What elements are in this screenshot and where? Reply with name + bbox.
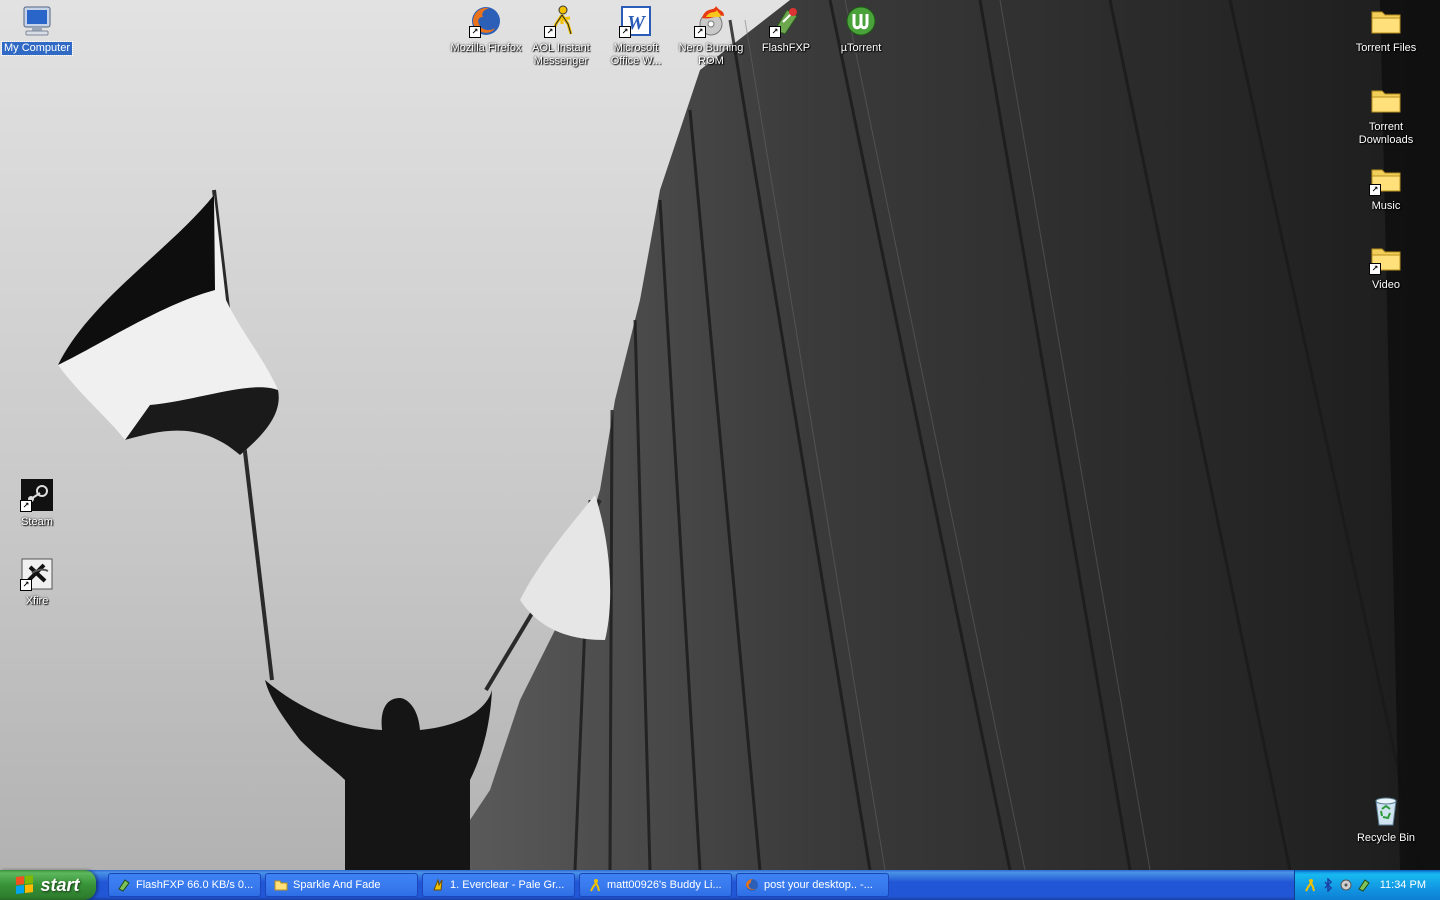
- folder-icon: ↗: [1369, 241, 1403, 275]
- desktop-icon-word[interactable]: W ↗ Microsoft Office W...: [598, 2, 674, 68]
- system-tray: 11:34 PM: [1294, 870, 1440, 900]
- winamp-icon: [431, 878, 445, 892]
- desktop-icon-torrent-files[interactable]: Torrent Files: [1348, 2, 1424, 55]
- taskbar-button-firefox[interactable]: post your desktop.. -...: [736, 873, 889, 897]
- desktop-icon-recycle-bin[interactable]: Recycle Bin: [1348, 792, 1424, 845]
- taskbar-buttons: FlashFXP 66.0 KB/s 0... Sparkle And Fade…: [108, 873, 889, 897]
- utorrent-icon: [844, 4, 878, 38]
- taskbar-button-label: FlashFXP 66.0 KB/s 0...: [136, 879, 254, 891]
- shortcut-arrow-icon: ↗: [1369, 263, 1381, 275]
- shortcut-arrow-icon: ↗: [20, 500, 32, 512]
- taskbar-button-label: post your desktop.. -...: [764, 879, 873, 891]
- desktop-icon-flashfxp[interactable]: ↗ FlashFXP: [748, 2, 824, 55]
- desktop[interactable]: My Computer ↗ Steam ↗ Xfire ↗ Mozilla Fi…: [0, 0, 1440, 870]
- desktop-icon-label: Nero Burning ROM: [678, 42, 744, 67]
- aim-tray-icon[interactable]: [1303, 878, 1317, 892]
- taskbar-button-label: Sparkle And Fade: [293, 879, 381, 891]
- taskbar-button-sparkle-and-fade[interactable]: Sparkle And Fade: [265, 873, 418, 897]
- desktop-icon-utorrent[interactable]: µTorrent: [823, 2, 899, 55]
- windows-logo-icon: [16, 875, 34, 895]
- clock[interactable]: 11:34 PM: [1380, 879, 1426, 891]
- start-button[interactable]: start: [0, 870, 96, 900]
- desktop-icon-steam[interactable]: ↗ Steam: [0, 476, 75, 529]
- flashfxp-icon: ↗: [769, 4, 803, 38]
- desktop-icon-firefox[interactable]: ↗ Mozilla Firefox: [448, 2, 524, 55]
- folder-icon: ↗: [1369, 162, 1403, 196]
- desktop-icon-torrent-downloads[interactable]: Torrent Downloads: [1348, 81, 1424, 147]
- steam-icon: ↗: [20, 478, 54, 512]
- desktop-icon-label: Music: [1371, 200, 1401, 212]
- shortcut-arrow-icon: ↗: [469, 26, 481, 38]
- nero-tray-icon[interactable]: [1339, 878, 1353, 892]
- desktop-icon-label: Xfire: [25, 595, 49, 607]
- xfire-icon: ↗: [20, 557, 54, 591]
- aim-icon: [588, 878, 602, 892]
- flashfxp-icon: [117, 878, 131, 892]
- my-computer-icon: [20, 4, 54, 38]
- desktop-icon-label: Torrent Files: [1355, 42, 1417, 54]
- shortcut-arrow-icon: ↗: [20, 579, 32, 591]
- shortcut-arrow-icon: ↗: [694, 26, 706, 38]
- desktop-icon-my-computer[interactable]: My Computer: [0, 2, 75, 56]
- taskbar: start FlashFXP 66.0 KB/s 0... Sparkle An…: [0, 870, 1440, 900]
- desktop-icon-aim[interactable]: ↗ AOL Instant Messenger: [523, 2, 599, 68]
- firefox-icon: ↗: [469, 4, 503, 38]
- desktop-icon-video[interactable]: ↗ Video: [1348, 239, 1424, 292]
- shortcut-arrow-icon: ↗: [619, 26, 631, 38]
- desktop-icon-label: My Computer: [0, 41, 74, 56]
- taskbar-button-label: matt00926's Buddy Li...: [607, 879, 722, 891]
- desktop-icon-label: Mozilla Firefox: [450, 42, 522, 54]
- shortcut-arrow-icon: ↗: [769, 26, 781, 38]
- firefox-icon: [745, 878, 759, 892]
- desktop-icon-music[interactable]: ↗ Music: [1348, 160, 1424, 213]
- nero-icon: ↗: [694, 4, 728, 38]
- desktop-icon-nero[interactable]: ↗ Nero Burning ROM: [673, 2, 749, 68]
- desktop-icon-xfire[interactable]: ↗ Xfire: [0, 555, 75, 608]
- folder-icon: [274, 878, 288, 892]
- folder-icon: [1369, 83, 1403, 117]
- desktop-icon-label: µTorrent: [840, 42, 882, 54]
- desktop-icon-label: FlashFXP: [761, 42, 811, 54]
- desktop-icon-label: Recycle Bin: [1356, 832, 1416, 844]
- desktop-icon-label: AOL Instant Messenger: [532, 42, 590, 67]
- shortcut-arrow-icon: ↗: [544, 26, 556, 38]
- folder-icon: [1369, 4, 1403, 38]
- recycle-bin-icon: [1369, 794, 1403, 828]
- start-label: start: [40, 874, 80, 895]
- taskbar-button-flashfxp[interactable]: FlashFXP 66.0 KB/s 0...: [108, 873, 261, 897]
- word-icon: W ↗: [619, 4, 653, 38]
- desktop-icon-label: Video: [1372, 279, 1400, 291]
- wallpaper: [0, 0, 1440, 870]
- shortcut-arrow-icon: ↗: [1369, 184, 1381, 196]
- flashfxp-tray-icon[interactable]: [1357, 878, 1371, 892]
- taskbar-button-label: 1. Everclear - Pale Gr...: [450, 879, 565, 891]
- aim-icon: ↗: [544, 4, 578, 38]
- bluetooth-tray-icon[interactable]: [1321, 877, 1335, 893]
- desktop-icon-label: Torrent Downloads: [1358, 121, 1414, 146]
- taskbar-button-winamp[interactable]: 1. Everclear - Pale Gr...: [422, 873, 575, 897]
- desktop-icon-label: Steam: [21, 516, 53, 528]
- taskbar-button-buddy-list[interactable]: matt00926's Buddy Li...: [579, 873, 732, 897]
- desktop-icon-label: Microsoft Office W...: [610, 42, 662, 67]
